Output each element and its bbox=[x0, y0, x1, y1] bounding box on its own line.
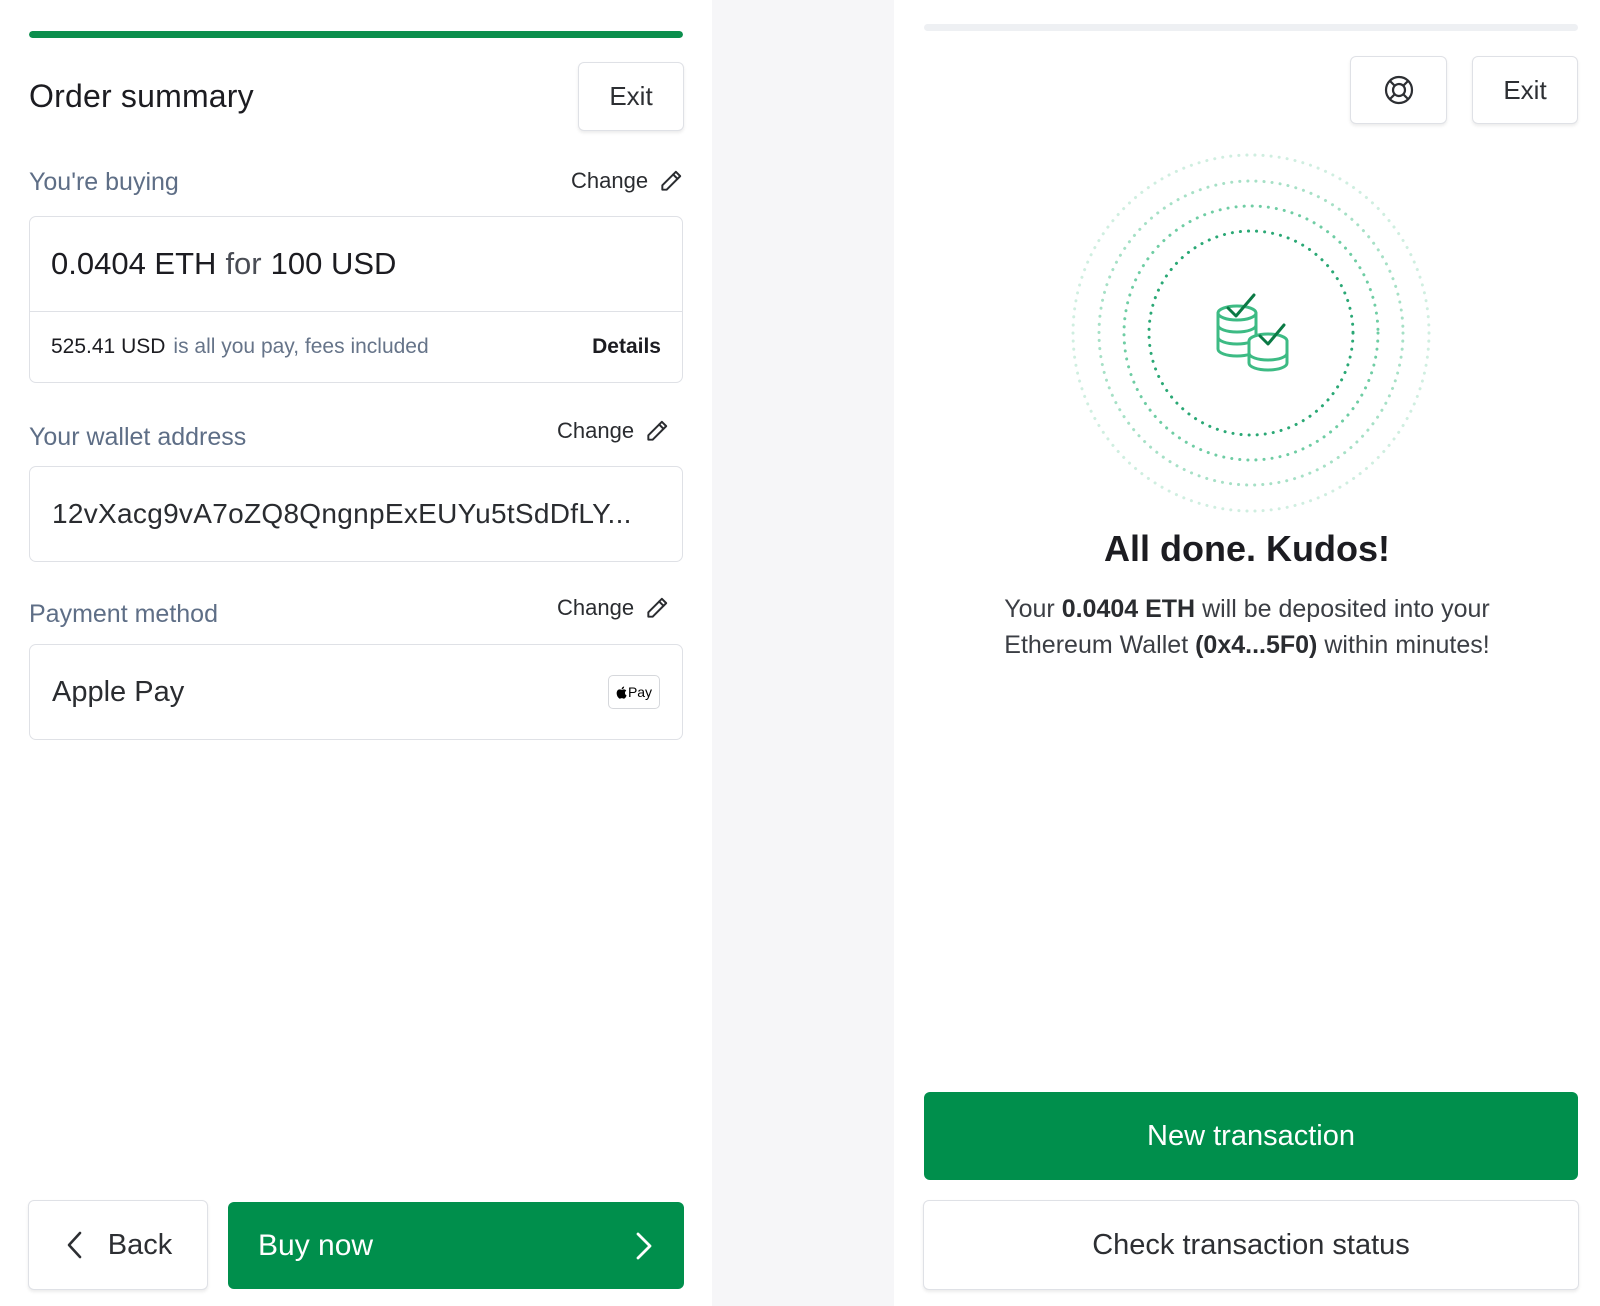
apple-pay-badge-text: Pay bbox=[627, 684, 653, 700]
dotted-ring-outer bbox=[1071, 153, 1431, 513]
exit-button[interactable]: Exit bbox=[578, 62, 684, 131]
buy-now-label: Buy now bbox=[258, 1228, 374, 1262]
pencil-icon bbox=[647, 597, 668, 618]
dotted-ring-2 bbox=[1122, 204, 1380, 462]
check-status-button[interactable]: Check transaction status bbox=[923, 1200, 1579, 1290]
progress-fill bbox=[29, 31, 683, 38]
success-panel: Exit All done. Kudos! Your 0.0404 ETH wi… bbox=[894, 0, 1600, 1306]
new-transaction-button[interactable]: New transaction bbox=[924, 1092, 1578, 1180]
apple-pay-badge: Pay bbox=[608, 675, 660, 709]
lifebuoy-icon bbox=[1384, 75, 1413, 105]
chevron-right-icon bbox=[636, 1232, 652, 1259]
dotted-ring-3 bbox=[1097, 179, 1405, 487]
buying-section-label: You're buying bbox=[29, 168, 179, 196]
pencil-icon bbox=[661, 170, 682, 191]
progress-bar bbox=[924, 24, 1578, 31]
total-amount: 525.41 USD bbox=[51, 335, 166, 358]
back-label: Back bbox=[107, 1228, 173, 1261]
wallet-address-field: 12vXacg9vA7oZQ8QngnpExEUYu5tSdDfLY... bbox=[29, 466, 683, 562]
msg-text: Your bbox=[1004, 595, 1055, 623]
change-payment-button[interactable]: Change bbox=[557, 595, 670, 621]
chevron-left-icon bbox=[67, 1231, 82, 1259]
details-link[interactable]: Details bbox=[592, 335, 661, 359]
payment-method-name: Apple Pay bbox=[52, 675, 185, 708]
change-label: Change bbox=[557, 418, 635, 443]
buying-card: 0.0404 ETH for 100 USD 525.41 USD is all… bbox=[29, 216, 683, 383]
panel-divider bbox=[712, 0, 894, 1306]
success-title: All done. Kudos! bbox=[1104, 528, 1390, 569]
help-button[interactable] bbox=[1350, 56, 1447, 124]
msg-amount: 0.0404 ETH bbox=[1061, 595, 1196, 623]
total-note: is all you pay, fees included bbox=[173, 335, 429, 358]
change-label: Change bbox=[557, 595, 635, 620]
back-button[interactable]: Back bbox=[28, 1200, 208, 1290]
amount-connector: for bbox=[225, 246, 262, 281]
change-label: Change bbox=[571, 168, 649, 193]
exit-button[interactable]: Exit bbox=[1472, 56, 1578, 124]
buy-now-button[interactable]: Buy now bbox=[228, 1202, 684, 1289]
payment-section-label: Payment method bbox=[29, 600, 218, 628]
msg-text: within minutes! bbox=[1324, 631, 1490, 659]
fiat-amount: 100 USD bbox=[270, 246, 397, 281]
dotted-ring-inner bbox=[1147, 229, 1355, 437]
crypto-amount: 0.0404 ETH bbox=[51, 246, 217, 281]
pencil-icon bbox=[647, 420, 668, 441]
progress-bar bbox=[29, 31, 683, 38]
fee-row: 525.41 USD is all you pay, fees included… bbox=[30, 312, 682, 382]
page-title: Order summary bbox=[29, 78, 254, 114]
order-summary-panel: Order summary Exit You're buying Change … bbox=[0, 0, 712, 1306]
buy-amount-row: 0.0404 ETH for 100 USD bbox=[30, 217, 682, 312]
change-buying-button[interactable]: Change bbox=[571, 168, 684, 194]
msg-wallet: (0x4...5F0) bbox=[1195, 631, 1318, 659]
payment-method-card: Apple Pay Pay bbox=[29, 644, 683, 740]
msg-text: will be deposited into your bbox=[1202, 595, 1490, 623]
change-wallet-button[interactable]: Change bbox=[557, 418, 670, 444]
wallet-section-label: Your wallet address bbox=[29, 423, 247, 451]
success-message: Your 0.0404 ETH will be deposited into y… bbox=[894, 591, 1600, 663]
msg-text: Ethereum Wallet bbox=[1004, 631, 1189, 659]
coins-check-icon bbox=[1216, 293, 1289, 372]
success-illustration bbox=[1071, 153, 1431, 513]
apple-logo-icon bbox=[616, 685, 627, 699]
